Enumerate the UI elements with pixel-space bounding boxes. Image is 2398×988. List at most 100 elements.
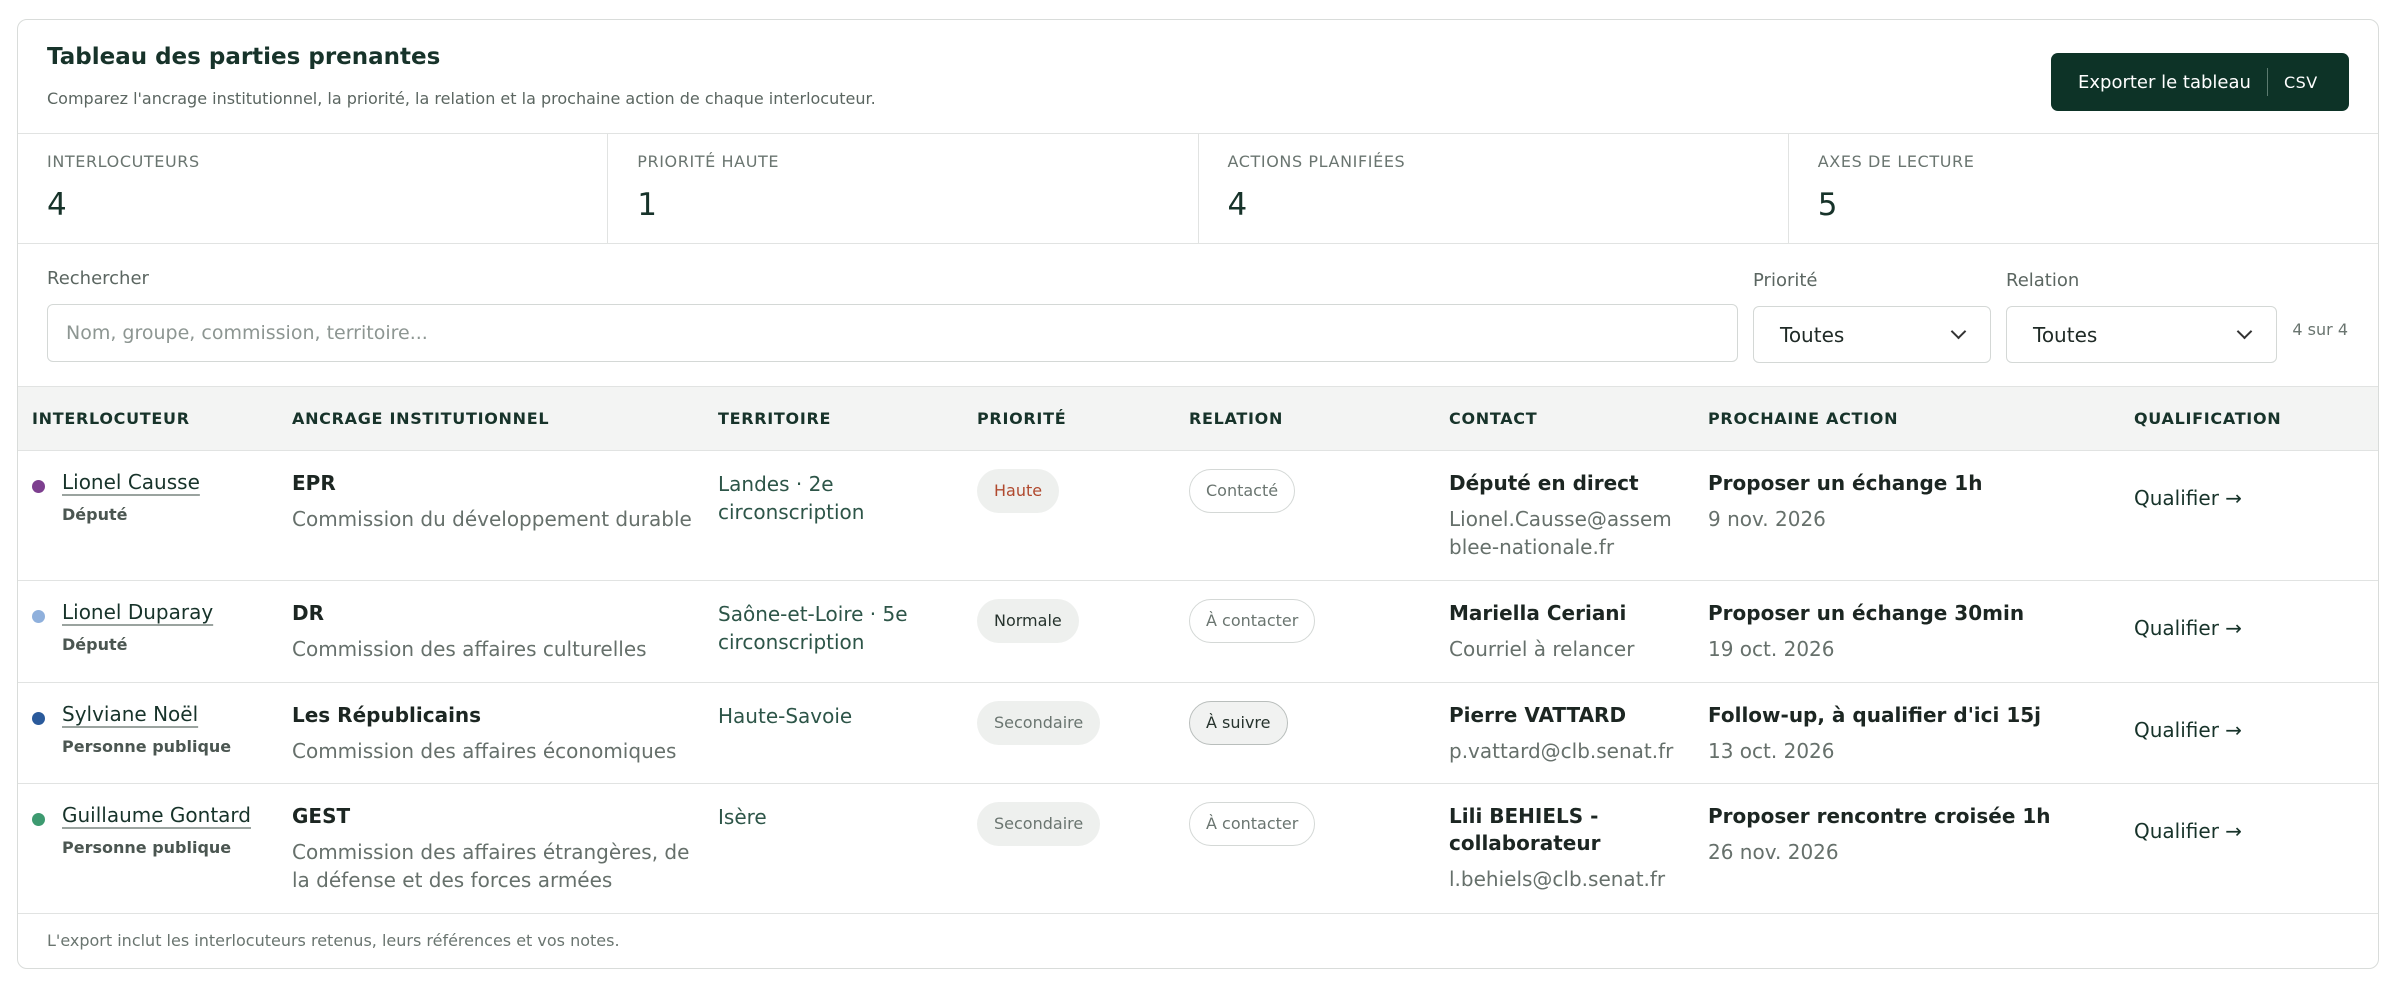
- cell-ancrage: DR Commission des affaires culturelles: [278, 580, 704, 683]
- stats-bar: INTERLOCUTEURS 4 PRIORITÉ HAUTE 1 ACTION…: [18, 134, 2378, 244]
- cell-prochaine-action: Proposer rencontre croisée 1h 26 nov. 20…: [1694, 783, 2120, 914]
- qualify-link[interactable]: Qualifier →: [2134, 616, 2242, 640]
- relation-badge: À suivre: [1189, 700, 1288, 745]
- cell-contact: Pierre VATTARD p.vattard@clb.senat.fr: [1435, 682, 1694, 784]
- person-name-link[interactable]: Sylviane Noël: [62, 702, 198, 726]
- export-table-button[interactable]: Exporter le tableau CSV: [2051, 53, 2349, 111]
- relation-badge: À contacter: [1189, 801, 1316, 846]
- qualify-link[interactable]: Qualifier →: [2134, 718, 2242, 742]
- contact-name: Mariella Ceriani: [1449, 600, 1627, 625]
- table-row: Lionel Causse Député EPR Commission du d…: [18, 450, 2378, 581]
- cell-interlocuteur: Sylviane Noël Personne publique: [18, 682, 278, 784]
- cell-priorite: Normale: [963, 580, 1175, 683]
- status-dot: [32, 609, 45, 623]
- export-footnote: L'export inclut les interlocuteurs reten…: [47, 931, 620, 950]
- stat-value: 4: [47, 187, 67, 223]
- person-name-link[interactable]: Guillaume Gontard: [62, 803, 251, 827]
- priority-select[interactable]: Toutes: [1753, 306, 1991, 363]
- status-dot: [32, 479, 45, 493]
- contact-name: Député en direct: [1449, 470, 1639, 495]
- next-action: Proposer un échange 1h: [1708, 470, 1983, 495]
- chevron-down-icon: [2236, 323, 2253, 340]
- column-header-prochaine-action[interactable]: PROCHAINE ACTION: [1694, 387, 2120, 451]
- person-role: Personne publique: [62, 837, 232, 857]
- cell-interlocuteur: Lionel Causse Député: [18, 450, 278, 581]
- relation-select[interactable]: Toutes: [2006, 306, 2277, 363]
- cell-prochaine-action: Proposer un échange 30min 19 oct. 2026: [1694, 580, 2120, 683]
- stat-label: INTERLOCUTEURS: [47, 152, 200, 171]
- column-header-territoire[interactable]: TERRITOIRE: [704, 387, 963, 451]
- column-header-contact[interactable]: CONTACT: [1435, 387, 1694, 451]
- commission-name: Commission des affaires étrangères, de l…: [292, 839, 690, 892]
- relation-badge: À contacter: [1189, 598, 1316, 643]
- column-header-interlocuteur[interactable]: INTERLOCUTEUR: [18, 387, 278, 451]
- person-role: Député: [62, 504, 128, 524]
- relation-badge: Contacté: [1189, 468, 1296, 513]
- column-header-qualification[interactable]: QUALIFICATION: [2120, 387, 2378, 451]
- qualify-link[interactable]: Qualifier →: [2134, 819, 2242, 843]
- next-action-date: 19 oct. 2026: [1708, 636, 1835, 661]
- cell-qualification: Qualifier →: [2120, 450, 2378, 581]
- table-row: Lionel Duparay Député DR Commission des …: [18, 580, 2378, 683]
- search-label: Rechercher: [47, 268, 149, 289]
- cell-prochaine-action: Proposer un échange 1h 9 nov. 2026: [1694, 450, 2120, 581]
- chevron-down-icon: [1950, 323, 1967, 340]
- contact-name: Lili BEHIELS - collaborateur: [1449, 803, 1601, 855]
- person-name-link[interactable]: Lionel Duparay: [62, 600, 213, 624]
- status-dot: [32, 812, 45, 826]
- stat-priorite-haute: PRIORITÉ HAUTE 1: [608, 134, 1199, 243]
- stat-label: PRIORITÉ HAUTE: [637, 152, 780, 171]
- territory: Isère: [718, 804, 767, 829]
- card-header: Tableau des parties prenantes Comparez l…: [18, 20, 2378, 134]
- cell-contact: Lili BEHIELS - collaborateur l.behiels@c…: [1435, 783, 1694, 914]
- cell-priorite: Secondaire: [963, 783, 1175, 914]
- territory: Haute-Savoie: [718, 703, 853, 728]
- stat-label: ACTIONS PLANIFIÉES: [1227, 152, 1406, 171]
- cell-relation: Contacté: [1175, 450, 1435, 581]
- person-name-link[interactable]: Lionel Causse: [62, 470, 200, 494]
- contact-detail: Courriel à relancer: [1449, 636, 1635, 661]
- column-header-relation[interactable]: RELATION: [1175, 387, 1435, 451]
- stat-label: AXES DE LECTURE: [1817, 152, 1975, 171]
- search-input[interactable]: [47, 304, 1738, 362]
- export-button-divider: [2266, 68, 2268, 96]
- next-action-date: 9 nov. 2026: [1708, 506, 1826, 531]
- commission-name: Commission du développement durable: [292, 506, 692, 531]
- table-header-row: INTERLOCUTEUR ANCRAGE INSTITUTIONNEL TER…: [18, 387, 2378, 451]
- priority-badge: Secondaire: [977, 700, 1101, 745]
- filter-bar: Rechercher Priorité Toutes Relation Tout…: [18, 244, 2378, 387]
- person-info: Lionel Duparay Député: [62, 600, 213, 654]
- cell-priorite: Haute: [963, 450, 1175, 581]
- person-block: Lionel Duparay Député: [32, 600, 268, 654]
- person-info: Guillaume Gontard Personne publique: [62, 803, 251, 857]
- cell-interlocuteur: Lionel Duparay Député: [18, 580, 278, 683]
- cell-priorite: Secondaire: [963, 682, 1175, 784]
- person-block: Guillaume Gontard Personne publique: [32, 803, 268, 857]
- cell-territoire: Landes · 2e circonscription: [704, 450, 963, 581]
- stakeholder-table: INTERLOCUTEUR ANCRAGE INSTITUTIONNEL TER…: [18, 387, 2378, 914]
- cell-relation: À contacter: [1175, 580, 1435, 683]
- person-block: Lionel Causse Député: [32, 470, 268, 524]
- next-action: Follow-up, à qualifier d'ici 15j: [1708, 702, 2042, 727]
- relation-filter-label: Relation: [2006, 270, 2080, 291]
- page-subtitle: Comparez l'ancrage institutionnel, la pr…: [47, 89, 876, 108]
- group-name: DR: [292, 600, 325, 625]
- territory: Saône-et-Loire · 5e circonscription: [718, 601, 908, 654]
- table-row: Guillaume Gontard Personne publique GEST…: [18, 783, 2378, 914]
- next-action-date: 26 nov. 2026: [1708, 839, 1839, 864]
- cell-qualification: Qualifier →: [2120, 682, 2378, 784]
- column-header-ancrage[interactable]: ANCRAGE INSTITUTIONNEL: [278, 387, 704, 451]
- stat-value: 5: [1817, 187, 1838, 223]
- qualify-link[interactable]: Qualifier →: [2134, 486, 2242, 510]
- stat-axes-de-lecture: AXES DE LECTURE 5: [1789, 134, 2378, 243]
- stat-value: 1: [637, 187, 657, 223]
- column-header-priorite[interactable]: PRIORITÉ: [963, 387, 1175, 451]
- contact-name: Pierre VATTARD: [1449, 702, 1627, 727]
- contact-detail: Lionel.Causse@assemblee-nationale.fr: [1449, 506, 1672, 559]
- person-info: Sylviane Noël Personne publique: [62, 702, 231, 756]
- contact-detail: p.vattard@clb.senat.fr: [1449, 738, 1674, 763]
- person-role: Député: [62, 634, 128, 654]
- cell-relation: À contacter: [1175, 783, 1435, 914]
- priority-badge: Haute: [977, 468, 1060, 513]
- stat-interlocuteurs: INTERLOCUTEURS 4: [18, 134, 609, 243]
